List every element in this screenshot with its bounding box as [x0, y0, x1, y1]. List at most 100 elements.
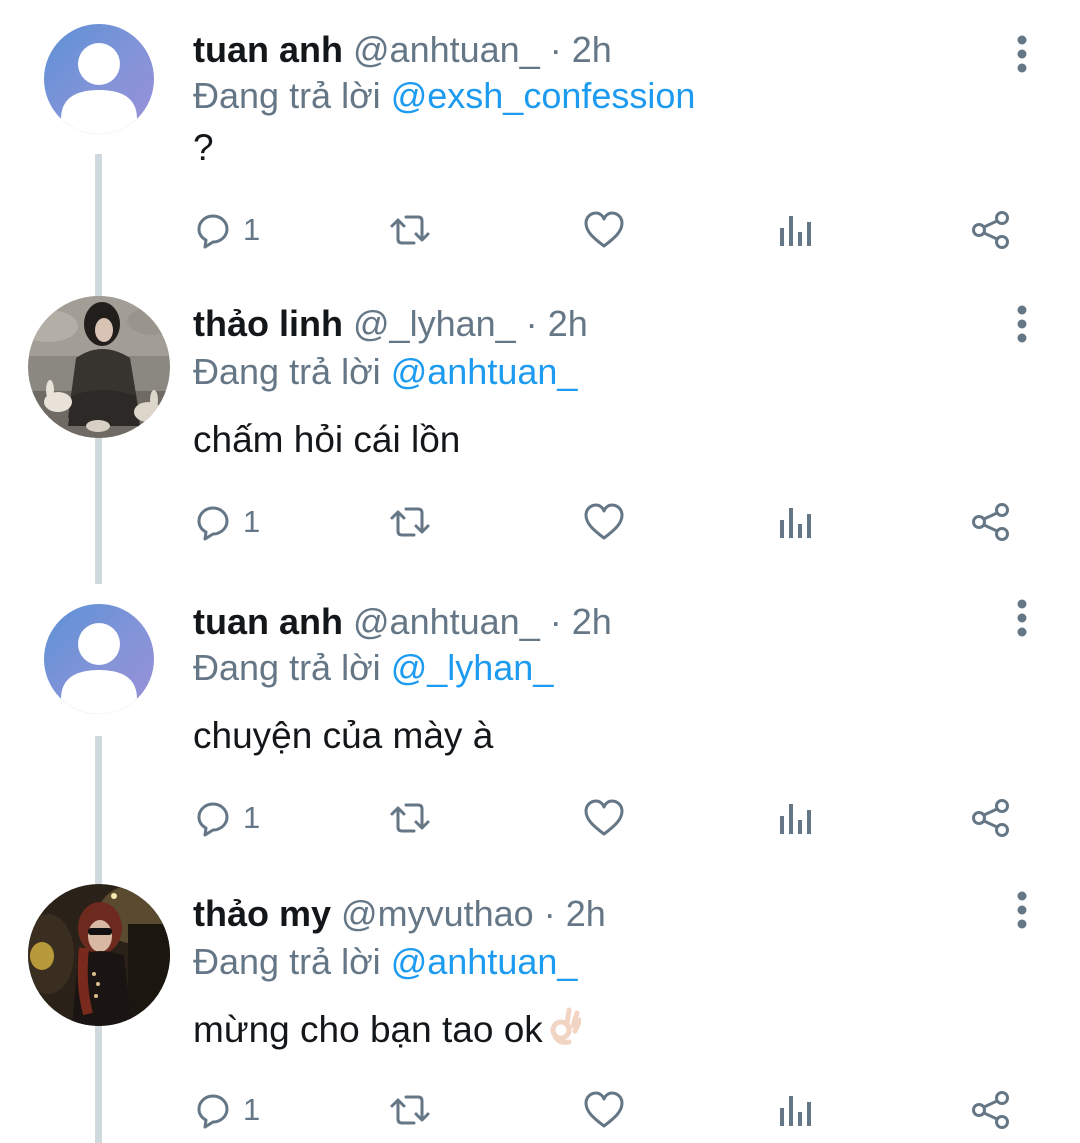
timestamp[interactable]: 2h	[566, 893, 606, 934]
analytics-icon	[780, 1096, 811, 1126]
tweet[interactable]: tuan anh @anhtuan_ · 2h Đang trả lời @ex…	[0, 24, 1080, 274]
analytics-button[interactable]	[776, 492, 816, 552]
timestamp[interactable]: 2h	[548, 303, 588, 344]
more-vertical-icon	[1017, 891, 1027, 929]
separator-dot: ·	[543, 893, 556, 934]
more-options-button[interactable]	[1004, 880, 1040, 940]
comment-icon	[197, 1094, 229, 1129]
analytics-icon	[780, 804, 811, 834]
replying-to-label: Đang trả lời	[193, 941, 381, 982]
mention-link[interactable]: @anhtuan_	[391, 351, 578, 392]
comment-icon	[197, 506, 229, 541]
tweet-text: chuyện của mày à	[193, 715, 494, 756]
retweet-icon	[390, 1095, 430, 1125]
analytics-button[interactable]	[776, 788, 816, 848]
avatar[interactable]	[44, 604, 154, 714]
more-vertical-icon	[1017, 599, 1027, 637]
share-icon	[972, 211, 1009, 249]
user-handle[interactable]: @myvuthao	[341, 893, 534, 934]
tweet-text: ?	[193, 127, 214, 168]
tweet[interactable]: thảo linh @_lyhan_ · 2h Đang trả lời @an…	[0, 296, 1080, 566]
more-options-button[interactable]	[1004, 294, 1040, 354]
tweet-header: thảo my @myvuthao · 2h	[193, 892, 606, 936]
display-name[interactable]: thảo my	[193, 893, 331, 934]
separator-dot: ·	[549, 29, 562, 70]
display-name[interactable]: tuan anh	[193, 29, 343, 70]
more-options-button[interactable]	[1004, 588, 1040, 648]
replying-to-label: Đang trả lời	[193, 351, 381, 392]
tweet-text: mừng cho bạn tao ok	[193, 1006, 583, 1058]
heart-icon	[584, 211, 624, 248]
tweet[interactable]: tuan anh @anhtuan_ · 2h Đang trả lời @_l…	[0, 599, 1080, 854]
reply-button[interactable]: 1	[193, 1080, 260, 1140]
more-options-button[interactable]	[1004, 24, 1040, 84]
retweet-icon	[390, 507, 430, 537]
tweet-actions: 1	[0, 200, 1080, 260]
display-name[interactable]: tuan anh	[193, 601, 343, 642]
replying-to-label: Đang trả lời	[193, 75, 381, 116]
tweet-header: tuan anh @anhtuan_ · 2h	[193, 28, 612, 72]
separator-dot: ·	[549, 601, 562, 642]
more-vertical-icon	[1017, 35, 1027, 73]
tweet-header: tuan anh @anhtuan_ · 2h	[193, 600, 612, 644]
timestamp[interactable]: 2h	[572, 601, 612, 642]
share-button[interactable]	[970, 1080, 1012, 1140]
tweet-actions: 1	[0, 492, 1080, 552]
comment-icon	[197, 214, 229, 249]
share-icon	[972, 503, 1009, 541]
separator-dot: ·	[525, 303, 538, 344]
like-button[interactable]	[582, 1080, 626, 1140]
like-button[interactable]	[582, 492, 626, 552]
analytics-icon	[780, 508, 811, 538]
tweet-actions: 1	[0, 788, 1080, 848]
retweet-button[interactable]	[386, 200, 434, 260]
like-button[interactable]	[582, 200, 626, 260]
reply-button[interactable]: 1	[193, 788, 260, 848]
avatar[interactable]	[28, 884, 170, 1026]
user-handle[interactable]: @anhtuan_	[353, 29, 540, 70]
reply-count: 1	[243, 800, 261, 835]
display-name[interactable]: thảo linh	[193, 303, 343, 344]
share-button[interactable]	[970, 492, 1012, 552]
analytics-button[interactable]	[776, 1080, 816, 1140]
heart-icon	[584, 503, 624, 540]
retweet-button[interactable]	[386, 1080, 434, 1140]
tweet-header: thảo linh @_lyhan_ · 2h	[193, 302, 588, 346]
share-button[interactable]	[970, 788, 1012, 848]
avatar[interactable]	[28, 296, 170, 438]
replying-to: Đang trả lời @exsh_confession	[193, 74, 695, 118]
tweet-text: chấm hỏi cái lồn	[193, 419, 461, 460]
retweet-icon	[390, 215, 430, 245]
user-handle[interactable]: @anhtuan_	[353, 601, 540, 642]
reply-button[interactable]: 1	[193, 492, 260, 552]
heart-icon	[584, 799, 624, 836]
timestamp[interactable]: 2h	[572, 29, 612, 70]
reply-count: 1	[243, 212, 261, 247]
comment-icon	[197, 802, 229, 837]
ok-hand-emoji-icon	[545, 1006, 583, 1058]
mention-link[interactable]: @exsh_confession	[391, 75, 696, 116]
retweet-button[interactable]	[386, 492, 434, 552]
share-icon	[972, 799, 1009, 837]
share-button[interactable]	[970, 200, 1012, 260]
mention-link[interactable]: @_lyhan_	[391, 647, 554, 688]
like-button[interactable]	[582, 788, 626, 848]
replying-to: Đang trả lời @anhtuan_	[193, 940, 577, 984]
reply-count: 1	[243, 1092, 261, 1127]
user-handle[interactable]: @_lyhan_	[353, 303, 516, 344]
tweet-actions: 1	[0, 1080, 1080, 1140]
reply-button[interactable]: 1	[193, 200, 260, 260]
tweet-text-content: mừng cho bạn tao ok	[193, 1009, 543, 1050]
avatar[interactable]	[44, 24, 154, 134]
retweet-button[interactable]	[386, 788, 434, 848]
tweet[interactable]: thảo my @myvuthao · 2h Đang trả lời @anh…	[0, 884, 1080, 1143]
replying-to: Đang trả lời @anhtuan_	[193, 350, 577, 394]
analytics-icon	[780, 216, 811, 246]
analytics-button[interactable]	[776, 200, 816, 260]
reply-count: 1	[243, 504, 261, 539]
more-vertical-icon	[1017, 305, 1027, 343]
retweet-icon	[390, 803, 430, 833]
replying-to: Đang trả lời @_lyhan_	[193, 646, 553, 690]
mention-link[interactable]: @anhtuan_	[391, 941, 578, 982]
heart-icon	[584, 1091, 624, 1128]
